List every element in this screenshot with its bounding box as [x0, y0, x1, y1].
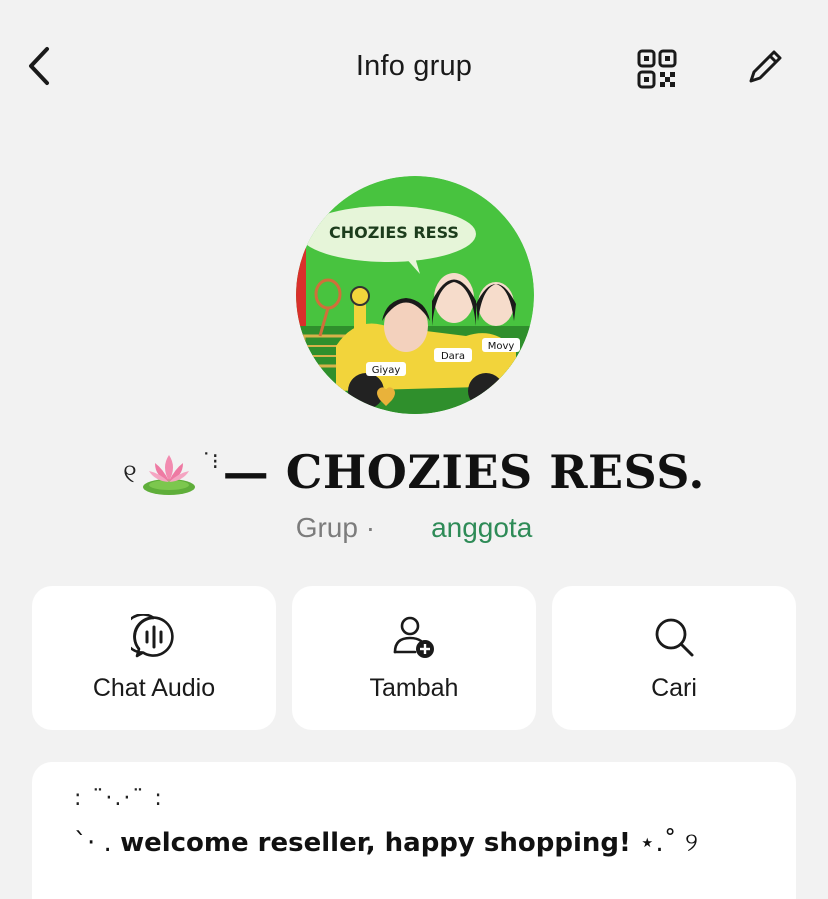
chat-audio-button[interactable]: Chat Audio — [32, 586, 276, 730]
group-info-screen: Info grup CHOZIES RESS Giyay Dara Movy ୧… — [0, 0, 828, 899]
group-type-label: Grup · — [295, 512, 376, 543]
chat-audio-label: Chat Audio — [92, 674, 216, 702]
avatar-tag: Movy — [488, 341, 515, 352]
description-suffix: ⋆.˚ ୨ — [639, 828, 698, 858]
name-decoration-left: ୧ — [123, 458, 137, 489]
avatar-tag: Dara — [441, 351, 465, 362]
qr-code-button[interactable] — [634, 46, 680, 92]
description-prefix: `· . — [74, 828, 112, 858]
avatar-tag: Giyay — [372, 365, 401, 376]
group-avatar-image: CHOZIES RESS Giyay Dara Movy — [296, 176, 534, 414]
group-name-row: ୧ ˙⁝ — CHOZIES RESS. — [0, 440, 828, 504]
page-title: Info grup — [355, 50, 473, 82]
description-text: `· . welcome reseller, happy shopping! ⋆… — [74, 828, 698, 859]
group-description-card: : ¨·.·¨ : `· . welcome reseller, happy s… — [32, 762, 796, 899]
lotus-icon — [141, 447, 197, 497]
member-count-link[interactable]: anggota — [431, 512, 532, 543]
add-user-icon — [391, 614, 437, 660]
name-decoration-mid: ˙⁝ — [200, 449, 219, 475]
group-subtitle: Grup · anggota — [0, 512, 828, 544]
description-decoration: : ¨·.·¨ : — [74, 786, 164, 811]
action-row: Chat Audio Tambah Cari — [32, 586, 796, 730]
description-welcome: welcome reseller, happy shopping! — [120, 828, 631, 858]
search-button[interactable]: Cari — [552, 586, 796, 730]
edit-button[interactable] — [742, 44, 788, 90]
search-icon — [651, 614, 697, 660]
top-bar: Info grup — [0, 28, 828, 108]
search-label: Cari — [651, 674, 697, 702]
pencil-icon — [749, 50, 782, 83]
avatar-caption: CHOZIES RESS — [329, 223, 459, 242]
group-avatar[interactable]: CHOZIES RESS Giyay Dara Movy — [296, 176, 534, 414]
qr-code-icon — [637, 49, 677, 89]
add-member-button[interactable]: Tambah — [292, 586, 536, 730]
add-member-label: Tambah — [369, 674, 459, 702]
audio-chat-icon — [131, 614, 177, 660]
group-name: — CHOZIES RESS. — [222, 445, 705, 499]
